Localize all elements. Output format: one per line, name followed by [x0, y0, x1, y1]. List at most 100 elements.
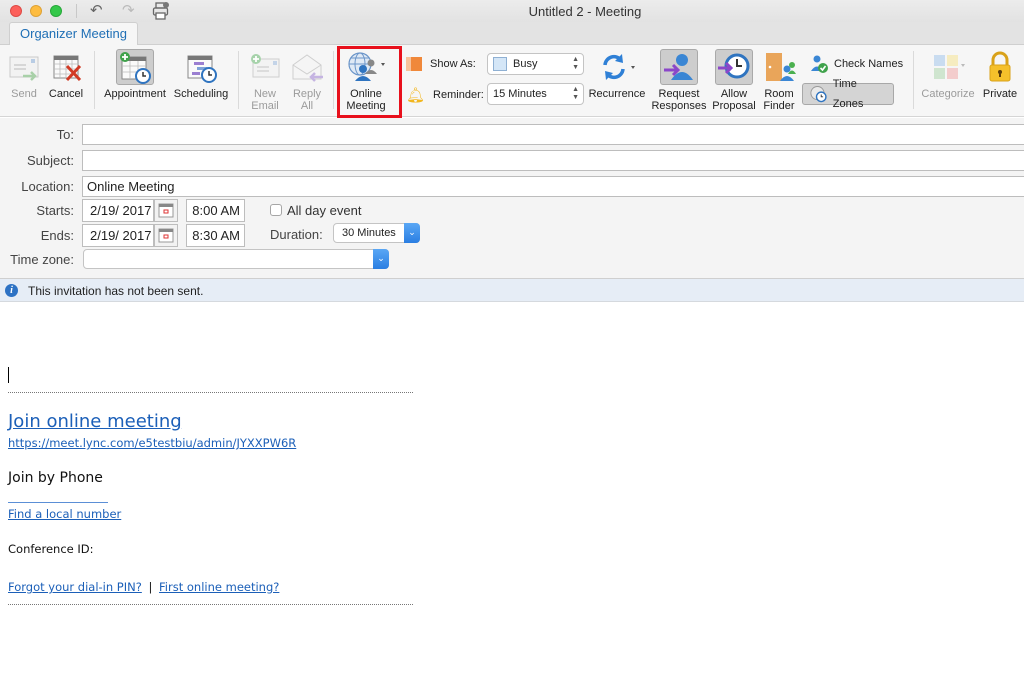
- phone-divider: [8, 502, 108, 503]
- show-as-icon: [406, 57, 422, 71]
- allow-proposal-label-line2: Proposal: [712, 100, 756, 112]
- show-as-value: Busy: [513, 58, 538, 70]
- reply-all-icon: [289, 49, 325, 85]
- appointment-button[interactable]: Appointment: [102, 49, 168, 100]
- end-date-input[interactable]: 2/19/ 2017: [82, 224, 154, 247]
- stepper-arrows-icon: ▲ ▼: [572, 56, 579, 71]
- categorize-icon: [926, 49, 970, 85]
- scheduling-button[interactable]: Scheduling: [171, 49, 231, 100]
- reply-all-label-line1: Reply: [292, 88, 322, 100]
- recurrence-label: Recurrence: [588, 88, 646, 100]
- time-zone-select[interactable]: ⌄: [83, 249, 389, 269]
- meeting-url-link[interactable]: https://meet.lync.com/e5testbiu/admin/JY…: [8, 436, 296, 450]
- conference-id-label: Conference ID:: [8, 542, 94, 556]
- calendar-icon: [158, 203, 174, 218]
- reminder-select[interactable]: 15 Minutes ▲ ▼: [487, 83, 584, 105]
- subject-input[interactable]: [82, 150, 1024, 171]
- send-icon: [6, 49, 42, 85]
- allow-proposal-label-line1: Allow: [720, 88, 748, 100]
- time-zones-icon: [810, 86, 827, 103]
- categorize-label: Categorize: [921, 88, 975, 100]
- find-local-number-link[interactable]: Find a local number: [8, 507, 121, 521]
- room-finder-button[interactable]: Room Finder: [760, 49, 798, 112]
- all-day-checkbox[interactable]: [270, 204, 282, 216]
- all-day-label: All day event: [287, 203, 362, 218]
- window-title: Untitled 2 - Meeting: [528, 4, 642, 19]
- room-finder-label-line1: Room: [764, 88, 794, 100]
- show-as-select[interactable]: Busy ▲ ▼: [487, 53, 584, 75]
- new-email-label-line1: New: [253, 88, 276, 100]
- start-date-input[interactable]: 2/19/ 2017: [82, 199, 154, 222]
- time-zone-label: Time zone:: [10, 252, 74, 267]
- title-bar: ↶ ↷ Untitled 2 - Meeting: [0, 0, 1024, 22]
- send-button[interactable]: Send: [6, 49, 42, 100]
- check-names-label: Check Names: [834, 58, 904, 70]
- room-finder-label-line2: Finder: [763, 100, 795, 112]
- chevron-down-icon: ⌄: [373, 249, 389, 269]
- online-meeting-label-line1: Online: [350, 88, 382, 100]
- reminder-row: 🔔︎ Reminder:: [406, 86, 484, 104]
- lock-icon: [982, 49, 1018, 85]
- recurrence-button[interactable]: Recurrence: [588, 49, 646, 100]
- tab-organizer-meeting[interactable]: Organizer Meeting: [9, 22, 138, 46]
- join-by-phone-heading: Join by Phone: [8, 470, 103, 486]
- start-date-calendar-button[interactable]: [154, 199, 178, 222]
- scheduling-icon: [183, 49, 219, 85]
- recurrence-icon: [595, 49, 639, 85]
- reminder-value: 15 Minutes: [493, 88, 547, 100]
- online-meeting-icon: [344, 49, 388, 85]
- reply-all-label-line2: All: [300, 100, 314, 112]
- online-meeting-button[interactable]: Online Meeting: [340, 49, 392, 112]
- reply-all-button[interactable]: Reply All: [288, 49, 326, 112]
- to-label: To:: [56, 127, 74, 142]
- check-names-button[interactable]: Check Names: [803, 53, 909, 75]
- reminder-label: Reminder:: [433, 89, 484, 101]
- new-email-button[interactable]: New Email: [246, 49, 284, 112]
- request-responses-label-line2: Responses: [651, 100, 707, 112]
- appointment-label: Appointment: [104, 88, 166, 100]
- start-time-input[interactable]: 8:00 AM: [186, 199, 245, 222]
- end-date-calendar-button[interactable]: [154, 224, 178, 247]
- send-label: Send: [11, 88, 37, 100]
- room-finder-icon: [761, 49, 797, 85]
- private-button[interactable]: Private: [980, 49, 1020, 100]
- ribbon-divider: [94, 51, 95, 109]
- link-separator: |: [148, 580, 153, 594]
- stepper-arrows-icon: ▲ ▼: [572, 86, 579, 101]
- ribbon: Send Cancel Appointment Scheduling New E…: [0, 45, 1024, 117]
- meeting-body-editor[interactable]: Join online meeting https://meet.lync.co…: [0, 302, 1024, 685]
- ribbon-divider: [333, 51, 334, 109]
- allow-proposal-icon: [715, 49, 753, 85]
- ribbon-tab-strip: Organizer Meeting: [0, 22, 1024, 46]
- request-responses-button[interactable]: Request Responses: [651, 49, 707, 112]
- show-as-row: Show As:: [406, 57, 476, 71]
- duration-select[interactable]: 30 Minutes ⌄: [333, 223, 420, 243]
- time-zones-label: Time Zones: [832, 78, 864, 110]
- show-as-label: Show As:: [430, 58, 476, 70]
- end-time-input[interactable]: 8:30 AM: [186, 224, 245, 247]
- cancel-button[interactable]: Cancel: [46, 49, 86, 100]
- forgot-pin-link[interactable]: Forgot your dial-in PIN?: [8, 580, 142, 594]
- allow-proposal-button[interactable]: Allow Proposal: [710, 49, 758, 112]
- time-zones-button[interactable]: Time Zones: [802, 78, 894, 110]
- meeting-form: To: Subject: Location: Online Meeting St…: [0, 118, 1024, 278]
- ribbon-divider: [913, 51, 914, 109]
- calendar-icon: [158, 228, 174, 243]
- dotted-separator: [8, 392, 413, 393]
- new-email-label-line2: Email: [251, 100, 279, 112]
- chevron-down-icon: ⌄: [404, 223, 420, 243]
- join-online-meeting-link[interactable]: Join online meeting: [8, 411, 182, 432]
- online-meeting-label-line2: Meeting: [346, 100, 386, 112]
- new-email-icon: [247, 49, 283, 85]
- private-label: Private: [982, 88, 1018, 100]
- request-responses-label-line1: Request: [658, 88, 700, 100]
- ends-label: Ends:: [40, 228, 74, 243]
- to-input[interactable]: [82, 124, 1024, 145]
- categorize-button[interactable]: Categorize: [920, 49, 976, 100]
- bell-icon: 🔔︎: [406, 87, 426, 104]
- info-message: This invitation has not been sent.: [28, 284, 204, 298]
- ribbon-divider: [238, 51, 239, 109]
- duration-label: Duration:: [270, 227, 323, 242]
- first-online-meeting-link[interactable]: First online meeting?: [159, 580, 279, 594]
- location-input[interactable]: Online Meeting: [82, 176, 1024, 197]
